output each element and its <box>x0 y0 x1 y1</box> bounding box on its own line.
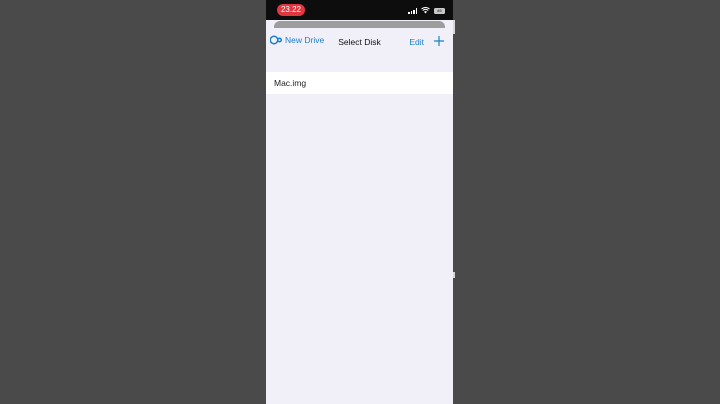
battery-icon: 85 <box>434 8 445 14</box>
edge-artifact <box>453 272 455 278</box>
select-disk-sheet: New Drive Select Disk Edit Mac.img <box>266 28 453 404</box>
wifi-icon <box>421 7 430 14</box>
status-bar: 23.22 85 <box>266 0 453 20</box>
status-time: 23.22 <box>277 4 305 16</box>
disk-list-item[interactable]: Mac.img <box>266 72 453 94</box>
edge-artifact <box>453 20 455 34</box>
cellular-signal-icon <box>408 8 417 14</box>
page-title: Select Disk <box>338 37 381 47</box>
status-icons: 85 <box>408 6 445 14</box>
add-disk-button[interactable] <box>433 34 445 47</box>
phone-screen: 23.22 85 New Drive Select Disk Edit Mac.… <box>266 0 453 404</box>
video-frame: 23.22 85 New Drive Select Disk Edit Mac.… <box>0 0 720 404</box>
nav-bar: New Drive Select Disk Edit <box>266 28 453 54</box>
plus-icon <box>433 35 445 47</box>
disk-list: Mac.img <box>266 72 453 94</box>
edit-button[interactable]: Edit <box>409 37 424 47</box>
